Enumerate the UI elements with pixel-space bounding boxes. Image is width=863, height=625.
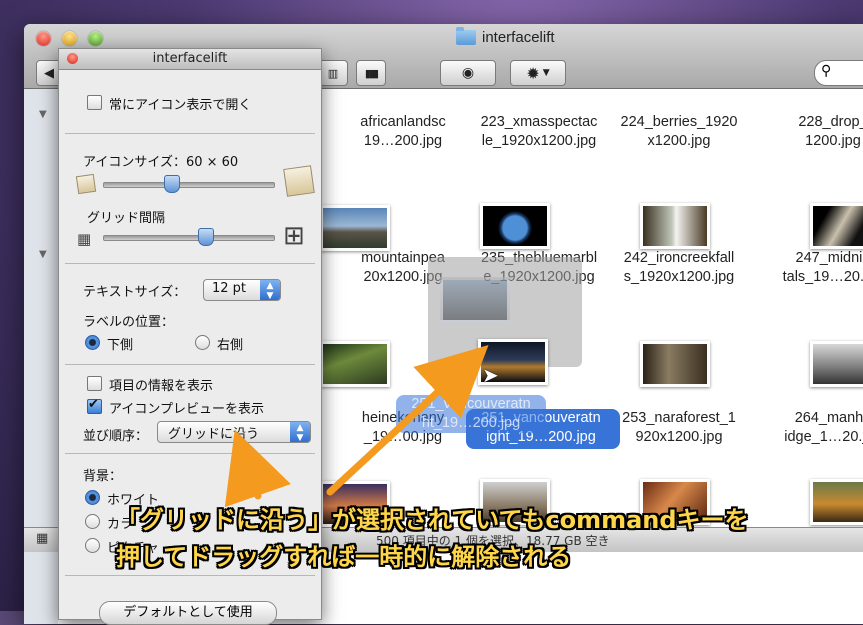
file-item-label[interactable]: 228_drop_ 1200.jpg xyxy=(758,113,863,151)
sort-by-label: 並び順序： xyxy=(83,429,149,444)
show-icon-preview-checkbox[interactable] xyxy=(87,397,102,414)
file-item-label[interactable]: 247_midnig tals_19…20.jpg xyxy=(758,249,863,287)
chevron-down-icon: ▼ xyxy=(542,68,550,78)
label-bottom-text: 下側 xyxy=(107,338,134,353)
popup-arrows-icon: ▲ ▼ xyxy=(260,280,280,301)
drag-ghost-thumbnail xyxy=(440,277,510,323)
text-size-popup[interactable]: 12 pt ▲ ▼ xyxy=(203,279,281,301)
close-panel-button[interactable] xyxy=(67,53,78,64)
small-grid-icon: ▦ xyxy=(77,230,92,248)
file-item-label[interactable]: 253_naraforest_1 920x1200.jpg xyxy=(604,409,754,447)
divider xyxy=(65,575,315,576)
bg-picture-radio[interactable] xyxy=(85,538,100,553)
icon-size-label: アイコンサイズ：60 × 60 xyxy=(83,155,239,170)
thumbnail-waterfall[interactable] xyxy=(640,203,710,249)
file-name: africanlandsc 19…200.jpg xyxy=(360,114,446,149)
grid-view-icon[interactable]: ▦ xyxy=(36,531,48,546)
use-as-defaults-label: デフォルトとして使用 xyxy=(123,605,253,620)
thumbnail-naraforest[interactable] xyxy=(640,341,710,387)
file-item-label[interactable]: 242_ironcreekfall s_1920x1200.jpg xyxy=(604,249,754,287)
thumbnail-blue-marble[interactable] xyxy=(480,203,550,249)
thumbnail-autumn[interactable] xyxy=(810,479,863,525)
file-name: 247_midnig tals_19…20.jpg xyxy=(782,250,863,285)
icon-size-slider-knob[interactable] xyxy=(164,175,180,193)
columns-icon: ▥ xyxy=(327,66,339,80)
folder-icon xyxy=(456,27,476,45)
file-name: 242_ironcreekfall s_1920x1200.jpg xyxy=(623,250,735,285)
window-title-text: interfacelift xyxy=(482,29,555,46)
file-name: 228_drop_ 1200.jpg xyxy=(798,114,863,149)
minimize-window-button[interactable] xyxy=(62,31,77,46)
thumbnail-mountain[interactable] xyxy=(320,205,390,251)
quicklook-button[interactable]: ◉ xyxy=(440,60,496,86)
show-icon-preview-label: アイコンプレビューを表示 xyxy=(109,402,264,417)
search-field[interactable]: ⚲ xyxy=(814,60,863,86)
divider xyxy=(65,133,315,134)
label-right-text: 右側 xyxy=(217,338,244,353)
grid-spacing-label: グリッド間隔 xyxy=(87,211,166,226)
file-item-label[interactable]: 264_manha idge_1…20.jpg xyxy=(758,409,863,447)
thumbnail-manhattan-bridge[interactable] xyxy=(810,341,863,387)
background-label: 背景： xyxy=(83,469,123,484)
panel-title: interfacelift xyxy=(152,51,228,66)
icon-size-slider-track[interactable] xyxy=(103,182,275,188)
divider xyxy=(65,453,315,454)
thumbnail-heineken[interactable] xyxy=(320,341,390,387)
eye-icon: ◉ xyxy=(461,65,475,81)
panel-titlebar: interfacelift xyxy=(59,49,321,70)
mouse-cursor-icon: ➤ xyxy=(482,363,499,387)
divider xyxy=(65,263,315,264)
disclosure-triangle-icon[interactable]: ▼ xyxy=(39,109,47,120)
back-arrow-icon: ◀ xyxy=(44,65,54,81)
sort-by-value: グリッドに沿う xyxy=(168,427,260,442)
annotation-line-1: 「グリッドに沿う」が選択されていてもcommandキーを xyxy=(116,506,749,534)
coverflow-icon: ▮▮▮ xyxy=(364,66,379,80)
close-window-button[interactable] xyxy=(36,31,51,46)
popup-arrows-icon: ▲ ▼ xyxy=(290,422,310,443)
file-name: 251_vancouveratn ht_19…200.jpg xyxy=(411,396,531,431)
use-as-defaults-button[interactable]: デフォルトとして使用 xyxy=(99,601,277,625)
zoom-window-button[interactable] xyxy=(88,31,103,46)
large-grid-icon: ⊞ xyxy=(283,221,305,251)
open-in-icon-view-label: 常にアイコン表示で開く xyxy=(109,98,252,113)
show-item-info-label: 項目の情報を表示 xyxy=(109,379,214,394)
label-position-label: ラベルの位置： xyxy=(83,315,175,330)
file-name: 253_naraforest_1 920x1200.jpg xyxy=(622,410,736,445)
column-view-button[interactable]: ▥ xyxy=(318,60,348,86)
bg-white-radio[interactable] xyxy=(85,490,100,505)
divider xyxy=(65,364,315,365)
bg-color-radio[interactable] xyxy=(85,514,100,529)
file-item-label[interactable]: 223_xmasspectac le_1920x1200.jpg xyxy=(464,113,614,151)
disclosure-triangle-icon[interactable]: ▼ xyxy=(39,249,47,260)
file-name: 224_berries_1920 x1200.jpg xyxy=(620,114,738,149)
small-icon-icon xyxy=(75,173,97,195)
coverflow-view-button[interactable]: ▮▮▮ xyxy=(356,60,386,86)
grid-spacing-slider-track[interactable] xyxy=(103,235,275,241)
window-title: interfacelift xyxy=(456,27,555,46)
grid-spacing-slider-knob[interactable] xyxy=(198,228,214,246)
gear-icon: ✹ xyxy=(526,63,540,83)
file-item-label[interactable]: 224_berries_1920 x1200.jpg xyxy=(604,113,754,151)
text-size-value: 12 pt xyxy=(212,281,247,296)
file-name: 264_manha idge_1…20.jpg xyxy=(784,410,863,445)
annotation-line-2: 押してドラッグすれば一時的に解除される xyxy=(116,543,572,571)
action-menu-button[interactable]: ✹ ▼ xyxy=(510,60,566,86)
drag-ghost-label: 251_vancouveratn ht_19…200.jpg xyxy=(396,395,546,433)
search-icon: ⚲ xyxy=(821,63,832,79)
sort-by-popup[interactable]: グリッドに沿う ▲ ▼ xyxy=(157,421,311,443)
label-right-radio[interactable] xyxy=(195,335,210,350)
text-size-label: テキストサイズ： xyxy=(83,285,187,300)
file-name: 223_xmasspectac le_1920x1200.jpg xyxy=(480,114,598,149)
large-icon-icon xyxy=(283,165,315,197)
thumbnail-midnight[interactable] xyxy=(810,203,863,249)
show-item-info-checkbox[interactable] xyxy=(87,376,102,391)
label-bottom-radio[interactable] xyxy=(85,335,100,350)
open-in-icon-view-checkbox[interactable] xyxy=(87,95,102,110)
file-item-label[interactable]: africanlandsc 19…200.jpg xyxy=(328,113,478,151)
